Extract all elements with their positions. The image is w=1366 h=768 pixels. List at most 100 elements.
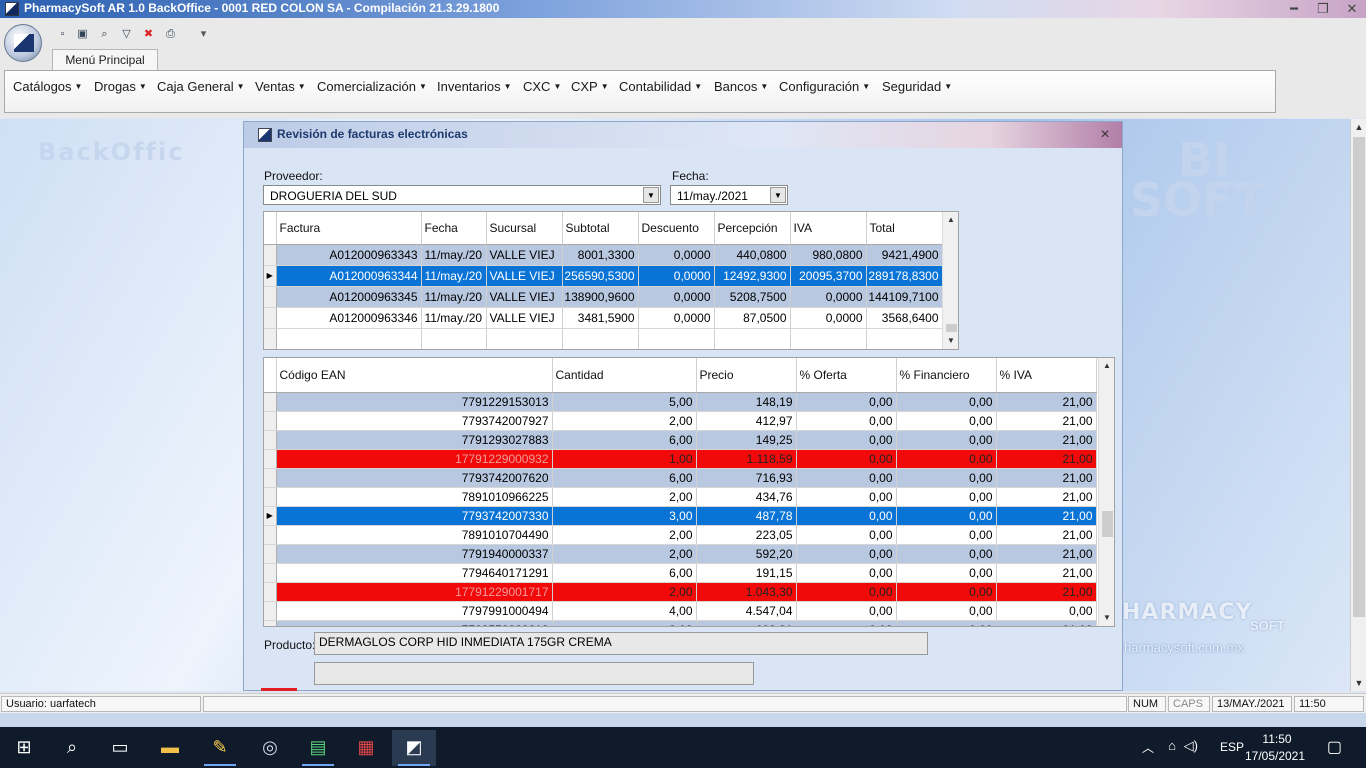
volume-icon[interactable]: ◁) (1184, 738, 1198, 754)
row-selector[interactable]: ▶ (264, 265, 277, 287)
menu-contabilidad[interactable]: Contabilidad ▼ (619, 79, 702, 94)
col-header-descuento[interactable]: Descuento (638, 212, 715, 245)
table-cell[interactable]: 1.118,59 (696, 449, 797, 469)
col-header-total[interactable]: Total (866, 212, 943, 245)
table-cell[interactable]: 0,00 (796, 430, 897, 450)
window-close-button[interactable]: ✕ (1338, 0, 1366, 18)
col-header-precio[interactable]: Precio (696, 358, 797, 393)
row-selector[interactable] (264, 468, 277, 488)
invoices-scrollbar[interactable]: ▲ ▼ (942, 212, 958, 349)
tray-chevron-icon[interactable]: ︿ (1142, 739, 1154, 756)
table-cell[interactable]: 412,97 (696, 411, 797, 431)
table-cell[interactable] (276, 328, 422, 349)
row-selector[interactable] (264, 449, 277, 469)
customize-toolbar-icon[interactable]: ▾ (196, 27, 211, 41)
row-selector[interactable] (264, 244, 277, 266)
table-cell[interactable]: 11/may./20 (421, 244, 487, 266)
table-cell[interactable]: 3,00 (552, 506, 697, 526)
menu-bancos[interactable]: Bancos ▼ (714, 79, 768, 94)
maximize-button[interactable]: ❐ (1309, 0, 1337, 18)
row-selector[interactable] (264, 411, 277, 431)
table-cell[interactable]: 0,0000 (790, 307, 867, 329)
table-cell[interactable]: 223,05 (696, 525, 797, 545)
table-cell[interactable]: 17791229000932 (276, 449, 553, 469)
windows-start-icon[interactable]: ⊞ (2, 730, 46, 766)
table-cell[interactable]: 7791229153013 (276, 392, 553, 412)
scroll-down-icon[interactable]: ▼ (1351, 675, 1366, 691)
pharmacysoft-taskbar-icon[interactable]: ◩ (392, 730, 436, 766)
table-cell[interactable]: 0,00 (796, 582, 897, 602)
col-header-financiero[interactable]: % Financiero (896, 358, 997, 393)
invoice-row[interactable]: A012000963346 11/may./20 VALLE VIEJ 3481,59… (264, 307, 943, 329)
table-cell[interactable]: 6,00 (552, 430, 697, 450)
table-cell[interactable]: 0,00 (896, 582, 997, 602)
table-cell[interactable]: 144109,7100 (866, 286, 943, 308)
producto-field[interactable]: DERMAGLOS CORP HID INMEDIATA 175GR CREMA (314, 632, 928, 655)
table-cell[interactable] (421, 328, 487, 349)
table-cell[interactable]: 0,00 (796, 563, 897, 583)
table-cell[interactable]: 3481,5900 (562, 307, 639, 329)
scroll-up-icon[interactable]: ▲ (943, 212, 958, 228)
table-cell[interactable]: 0,00 (796, 525, 897, 545)
col-header-cantidad[interactable]: Cantidad (552, 358, 697, 393)
table-cell[interactable]: 0,00 (796, 601, 897, 621)
item-row[interactable]: 17791229001717 2,00 1.043,30 0,00 0,00 21,00 (264, 582, 1097, 602)
item-row[interactable]: 7793742007927 2,00 412,97 0,00 0,00 21,00 (264, 411, 1097, 431)
table-cell[interactable]: 0,00 (796, 487, 897, 507)
table-cell[interactable]: 0,00 (796, 620, 897, 626)
invoice-row[interactable]: ▶ A012000963344 11/may./20 VALLE VIEJ 256590… (264, 265, 943, 287)
proveedor-combo[interactable]: DROGUERIA DEL SUD ▼ (263, 185, 661, 205)
table-cell[interactable]: 7891010966225 (276, 487, 553, 507)
calendar-dropdown-icon[interactable]: ▼ (770, 187, 786, 203)
network-icon[interactable]: ⌂ (1168, 738, 1176, 753)
table-cell[interactable]: 0,00 (896, 601, 997, 621)
table-cell[interactable]: VALLE VIEJ (486, 244, 563, 266)
table-cell[interactable]: 11/may./20 (421, 307, 487, 329)
scroll-down-icon[interactable]: ▼ (943, 333, 958, 349)
table-cell[interactable] (714, 328, 791, 349)
table-cell[interactable]: 7793742007330 (276, 506, 553, 526)
row-selector[interactable] (264, 286, 277, 308)
table-cell[interactable]: 1,00 (552, 449, 697, 469)
item-row[interactable]: 7791293027883 6,00 149,25 0,00 0,00 21,00 (264, 430, 1097, 450)
menu-catalogos[interactable]: Catálogos ▼ (13, 79, 82, 94)
item-row[interactable]: 7794640171291 6,00 191,15 0,00 0,00 21,00 (264, 563, 1097, 583)
table-cell[interactable]: 0,00 (996, 601, 1097, 621)
table-cell[interactable]: 0,00 (796, 392, 897, 412)
table-cell[interactable]: 9421,4900 (866, 244, 943, 266)
table-cell[interactable]: 148,19 (696, 392, 797, 412)
table-cell[interactable]: 5,00 (552, 392, 697, 412)
table-cell[interactable]: 0,00 (896, 544, 997, 564)
table-cell[interactable]: 440,0800 (714, 244, 791, 266)
table-cell[interactable]: 12492,9300 (714, 265, 791, 287)
table-cell[interactable]: VALLE VIEJ (486, 286, 563, 308)
table-cell[interactable]: 20095,3700 (790, 265, 867, 287)
scrollbar-thumb[interactable] (1102, 511, 1113, 537)
table-cell[interactable]: 1.043,30 (696, 582, 797, 602)
table-cell[interactable]: 21,00 (996, 411, 1097, 431)
table-cell[interactable]: 2,00 (552, 525, 697, 545)
table-cell[interactable]: 4,00 (552, 601, 697, 621)
minimize-button[interactable]: ━ (1280, 0, 1308, 18)
table-cell[interactable]: VALLE VIEJ (486, 307, 563, 329)
file-explorer-icon[interactable]: ▬ (148, 730, 192, 766)
row-selector[interactable] (264, 563, 277, 583)
app-network-icon[interactable]: ◎ (248, 730, 292, 766)
search-icon[interactable]: ⌕ (50, 730, 94, 766)
scroll-down-icon[interactable]: ▼ (1099, 610, 1114, 626)
table-cell[interactable]: 7793742007620 (276, 468, 553, 488)
table-cell[interactable]: 21,00 (996, 430, 1097, 450)
table-cell[interactable]: 7794640171291 (276, 563, 553, 583)
table-cell[interactable]: A012000963345 (276, 286, 422, 308)
menu-caja-general[interactable]: Caja General ▼ (157, 79, 245, 94)
table-cell[interactable]: A012000963343 (276, 244, 422, 266)
menu-ventas[interactable]: Ventas ▼ (255, 79, 306, 94)
table-cell[interactable]: 0,00 (896, 411, 997, 431)
col-header-fecha[interactable]: Fecha (421, 212, 487, 245)
row-selector[interactable] (264, 601, 277, 621)
table-cell[interactable] (866, 328, 943, 349)
table-cell[interactable]: 2,00 (552, 487, 697, 507)
table-cell[interactable] (638, 328, 715, 349)
row-selector[interactable] (264, 307, 277, 329)
item-row[interactable]: ▶ 7793742007330 3,00 487,78 0,00 0,00 21,00 (264, 506, 1097, 526)
